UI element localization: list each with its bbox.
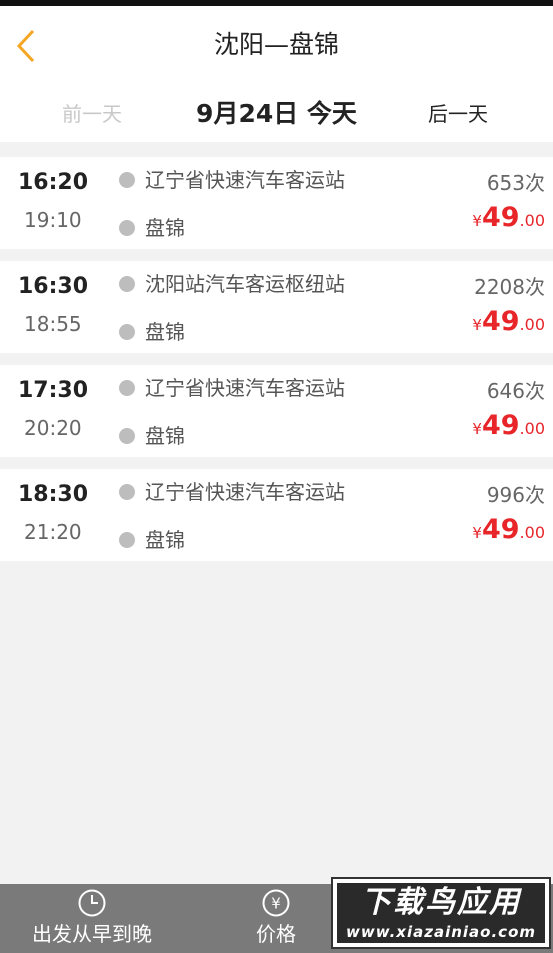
trip-number: 996次 xyxy=(486,483,545,507)
price-integer: 49 xyxy=(481,306,520,337)
price-integer: 49 xyxy=(481,514,520,545)
yuan-glyph: ¥ xyxy=(271,895,281,913)
price-decimal: .00 xyxy=(519,523,545,542)
bus-row[interactable]: 16:30 18:55 沈阳站汽车客运枢纽站 盘锦 2208次 ¥49.00 xyxy=(0,261,553,353)
destination: 盘锦 xyxy=(145,216,185,240)
price-symbol: ¥ xyxy=(472,212,482,230)
price-label: 价格 xyxy=(256,922,296,946)
bus-row[interactable]: 16:20 19:10 辽宁省快速汽车客运站 盘锦 653次 ¥49.00 xyxy=(0,157,553,249)
watermark-logo: 下载鸟应用 www.xiazainiao.com xyxy=(331,877,551,949)
arrive-time: 19:10 xyxy=(24,208,82,232)
bus-row[interactable]: 18:30 21:20 辽宁省快速汽车客运站 盘锦 996次 ¥49.00 xyxy=(0,469,553,561)
origin-station: 辽宁省快速汽车客运站 xyxy=(145,480,345,504)
destination-dot-icon xyxy=(119,532,135,548)
arrive-time: 20:20 xyxy=(24,416,82,440)
price-decimal: .00 xyxy=(519,211,545,230)
trip-number: 653次 xyxy=(486,171,545,195)
watermark-main-text: 下载鸟应用 xyxy=(361,885,521,920)
price-integer: 49 xyxy=(481,202,520,233)
destination: 盘锦 xyxy=(145,320,185,344)
price-symbol: ¥ xyxy=(472,316,482,334)
origin-dot-icon xyxy=(119,484,135,500)
destination-dot-icon xyxy=(119,324,135,340)
arrive-time: 21:20 xyxy=(24,520,82,544)
clock-icon xyxy=(78,889,106,917)
origin-dot-icon xyxy=(119,276,135,292)
depart-time: 16:30 xyxy=(18,274,89,299)
origin-dot-icon xyxy=(119,380,135,396)
price: ¥49.00 xyxy=(472,513,545,550)
destination: 盘锦 xyxy=(145,528,185,552)
origin-dot-icon xyxy=(119,172,135,188)
date-bar: 前一天 9月24日 今天 后一天 xyxy=(0,94,553,134)
origin-station: 辽宁省快速汽车客运站 xyxy=(145,376,345,400)
price: ¥49.00 xyxy=(472,305,545,342)
origin-station: 辽宁省快速汽车客运站 xyxy=(145,168,345,192)
watermark-url: www.xiazainiao.com xyxy=(345,923,537,941)
header: 沈阳—盘锦 前一天 9月24日 今天 后一天 xyxy=(0,6,553,142)
trip-number: 646次 xyxy=(486,379,545,403)
price: ¥49.00 xyxy=(472,409,545,446)
depart-time: 18:30 xyxy=(18,482,89,507)
bus-row[interactable]: 17:30 20:20 辽宁省快速汽车客运站 盘锦 646次 ¥49.00 xyxy=(0,365,553,457)
sort-by-departure-tab[interactable]: 出发从早到晚 xyxy=(22,884,162,953)
price-decimal: .00 xyxy=(519,315,545,334)
arrive-time: 18:55 xyxy=(24,312,82,336)
price: ¥49.00 xyxy=(472,201,545,238)
next-day-button[interactable]: 后一天 xyxy=(428,94,488,134)
yuan-icon: ¥ xyxy=(262,889,290,917)
destination: 盘锦 xyxy=(145,424,185,448)
bus-list: 16:20 19:10 辽宁省快速汽车客运站 盘锦 653次 ¥49.00 16… xyxy=(0,157,553,573)
sort-label: 出发从早到晚 xyxy=(32,922,152,946)
price-decimal: .00 xyxy=(519,419,545,438)
trip-number: 2208次 xyxy=(474,275,545,299)
price-integer: 49 xyxy=(481,410,520,441)
page-title: 沈阳—盘锦 xyxy=(213,30,339,59)
destination-dot-icon xyxy=(119,428,135,444)
depart-time: 16:20 xyxy=(18,170,89,195)
depart-time: 17:30 xyxy=(18,378,89,403)
origin-station: 沈阳站汽车客运枢纽站 xyxy=(145,272,345,296)
price-symbol: ¥ xyxy=(472,420,482,438)
watermark-inner: 下载鸟应用 www.xiazainiao.com xyxy=(337,883,545,943)
price-symbol: ¥ xyxy=(472,524,482,542)
sort-by-price-tab[interactable]: ¥ 价格 xyxy=(236,884,316,953)
destination-dot-icon xyxy=(119,220,135,236)
